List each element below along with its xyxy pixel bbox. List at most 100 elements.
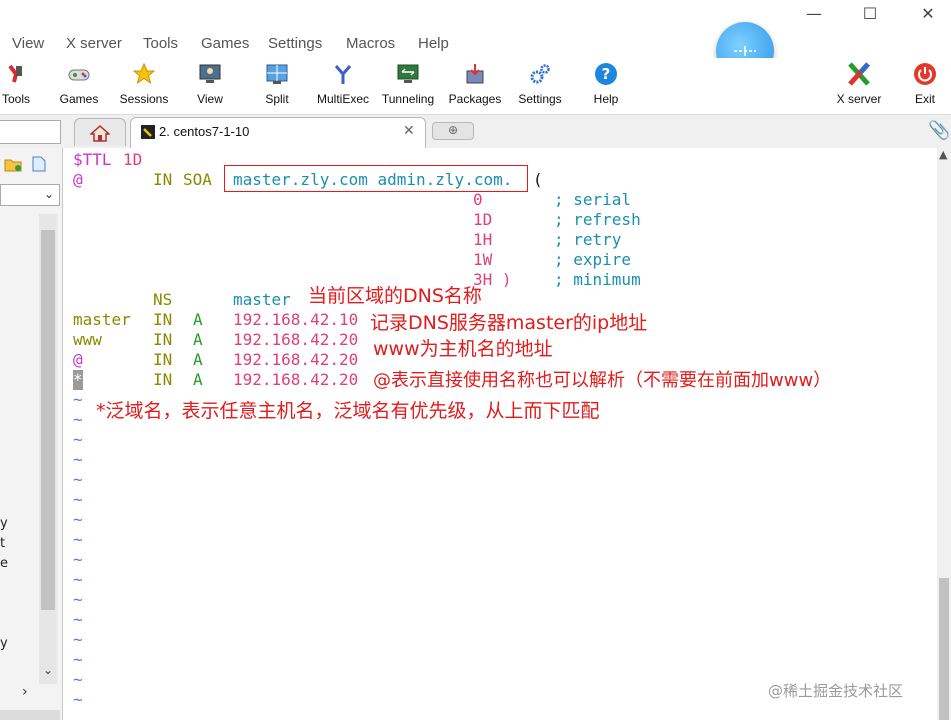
split-label: Split <box>265 92 289 106</box>
exit-label: Exit <box>914 92 935 106</box>
gamepad-icon <box>67 62 91 86</box>
annotation-dns-name: 当前区域的DNS名称 <box>308 285 482 307</box>
scroll-up-icon[interactable]: ▲ <box>939 148 947 161</box>
annotation-at-sign: @表示直接使用名称也可以解析（不需要在前面加www） <box>373 370 832 391</box>
scroll-down-icon[interactable]: ⌄ <box>43 663 53 677</box>
tilde-marker: ~ <box>73 590 83 609</box>
quick-connect-input[interactable] <box>0 120 61 144</box>
chevron-down-icon: ⌄ <box>44 187 55 201</box>
view-label: View <box>197 92 223 106</box>
soa-retry-comment: ; retry <box>554 230 622 249</box>
multiexec-button[interactable]: MultiExec <box>314 60 372 112</box>
maximize-button[interactable]: ☐ <box>850 2 890 28</box>
menu-tools[interactable]: Tools <box>143 35 178 52</box>
ttl-value: 1D <box>123 150 143 169</box>
home-icon <box>90 124 110 142</box>
record-type: A <box>193 350 203 369</box>
annotation-www: www为主机名的地址 <box>373 338 553 360</box>
power-icon <box>913 62 937 86</box>
menu-x-server[interactable]: X server <box>66 35 122 52</box>
soa-open-paren: ( <box>533 170 543 189</box>
question-icon: ? <box>594 62 618 86</box>
terminal-view[interactable]: $TTL 1D @ IN SOA master.zly.com admin.zl… <box>63 148 937 720</box>
record-name: www <box>73 330 102 349</box>
tunnel-icon <box>396 62 420 86</box>
sidebar-cut-text: y <box>0 516 8 531</box>
sidebar-hscrollbar[interactable]: › <box>0 684 60 702</box>
attachment-icon[interactable]: 📎 <box>928 120 950 141</box>
minimize-button[interactable]: — <box>794 2 834 28</box>
settings-label: Settings <box>518 92 562 106</box>
tab-session[interactable]: 2. centos7-1-10 ✕ <box>130 117 426 149</box>
close-button[interactable]: ✕ <box>908 2 948 28</box>
path-dropdown[interactable]: ⌄ <box>0 184 60 206</box>
sidebar-scroll-thumb[interactable] <box>41 230 55 610</box>
menu-games[interactable]: Games <box>201 35 249 52</box>
sidebar-cut-text: t <box>0 536 6 551</box>
menu-help[interactable]: Help <box>418 35 449 52</box>
soa-expire-value: 1W <box>473 250 493 269</box>
menu-settings[interactable]: Settings <box>268 35 322 52</box>
split-button[interactable]: Split <box>256 60 298 112</box>
tab-close-icon[interactable]: ✕ <box>403 123 415 139</box>
record-class: IN <box>153 310 173 329</box>
record-type: A <box>193 310 203 329</box>
games-button[interactable]: Games <box>56 60 102 112</box>
tilde-marker: ~ <box>73 610 83 629</box>
record-name-cursor: * <box>73 370 83 390</box>
watermark: @稀土掘金技术社区 <box>768 682 904 700</box>
soa-expire-comment: ; expire <box>554 250 632 269</box>
terminal-icon <box>141 125 155 139</box>
soa-class: IN <box>153 170 173 189</box>
tilde-marker: ~ <box>73 690 83 709</box>
tab-home[interactable] <box>74 118 126 146</box>
gears-icon <box>528 62 552 86</box>
tilde-marker: ~ <box>73 570 83 589</box>
x-logo-icon <box>847 62 871 86</box>
menu-macros[interactable]: Macros <box>346 35 395 52</box>
tilde-marker: ~ <box>73 410 83 429</box>
tools-button[interactable]: Tools <box>0 60 38 112</box>
new-folder-icon[interactable] <box>4 156 22 172</box>
record-ip: 192.168.42.20 <box>233 330 359 349</box>
sessions-button[interactable]: Sessions <box>116 60 172 112</box>
menu-view[interactable]: View <box>12 35 44 52</box>
soa-serial-comment: ; serial <box>554 190 632 209</box>
exit-button[interactable]: Exit <box>906 60 944 112</box>
sidebar-cut-text: e <box>0 556 8 571</box>
annotation-master-ip: 记录DNS服务器master的ip地址 <box>370 312 648 334</box>
soa-minimum-comment: ; minimum <box>554 270 641 289</box>
new-file-icon[interactable] <box>32 156 46 172</box>
soa-retry-value: 1H <box>473 230 493 249</box>
record-type: A <box>193 330 203 349</box>
star-icon <box>132 62 156 86</box>
tilde-marker: ~ <box>73 530 83 549</box>
sessions-label: Sessions <box>119 92 169 106</box>
sidebar-cut-text: y <box>0 636 8 651</box>
xserver-label: X server <box>836 92 882 106</box>
record-name: master <box>73 310 131 329</box>
terminal-scroll-thumb[interactable] <box>939 578 949 720</box>
annotation-wildcard: *泛域名，表示任意主机名，泛域名有优先级，从上而下匹配 <box>96 400 600 422</box>
sidebar-scrollbar[interactable]: ⌄ <box>39 214 57 684</box>
record-class: IN <box>153 350 173 369</box>
soa-refresh-value: 1D <box>473 210 493 229</box>
record-class: IN <box>153 330 173 349</box>
tunneling-button[interactable]: Tunneling <box>378 60 438 112</box>
multiexec-label: MultiExec <box>316 92 369 106</box>
xserver-button[interactable]: X server <box>832 60 886 112</box>
packages-label: Packages <box>448 92 502 106</box>
tools-icon <box>4 62 28 86</box>
chevron-right-icon: › <box>22 684 28 700</box>
settings-button[interactable]: Settings <box>512 60 568 112</box>
ns-value: master <box>233 290 291 309</box>
help-button[interactable]: ? Help <box>586 60 626 112</box>
soa-refresh-comment: ; refresh <box>554 210 641 229</box>
terminal-scrollbar[interactable]: ▲ <box>937 148 951 720</box>
record-ip: 192.168.42.20 <box>233 350 359 369</box>
tilde-marker: ~ <box>73 550 83 569</box>
view-button[interactable]: View <box>188 60 232 112</box>
ttl-keyword: $TTL <box>73 150 112 169</box>
new-tab-button[interactable]: ⊕ <box>432 122 474 140</box>
packages-button[interactable]: Packages <box>446 60 504 112</box>
